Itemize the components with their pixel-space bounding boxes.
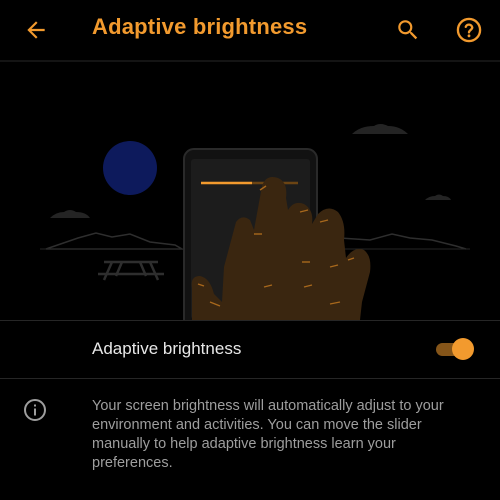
arrow-back-icon xyxy=(27,21,45,39)
switch-thumb xyxy=(452,338,474,360)
info-icon xyxy=(24,399,46,421)
back-button[interactable] xyxy=(22,16,50,44)
search-icon xyxy=(398,20,418,40)
adaptive-brightness-row[interactable]: Adaptive brightness xyxy=(0,321,500,377)
picnic-table-icon xyxy=(98,260,164,281)
info-description: Your screen brightness will automaticall… xyxy=(92,398,444,471)
page-title: Adaptive brightness xyxy=(92,14,308,39)
adaptive-brightness-label: Adaptive brightness xyxy=(92,339,242,358)
divider-bottom xyxy=(0,378,500,379)
search-button[interactable] xyxy=(394,16,422,44)
brightness-illustration xyxy=(0,62,500,320)
help-button[interactable] xyxy=(454,15,484,45)
moon-icon xyxy=(103,141,157,195)
app-bar: Adaptive brightness xyxy=(0,0,500,60)
adaptive-brightness-switch[interactable] xyxy=(436,338,474,360)
help-icon xyxy=(456,17,482,43)
